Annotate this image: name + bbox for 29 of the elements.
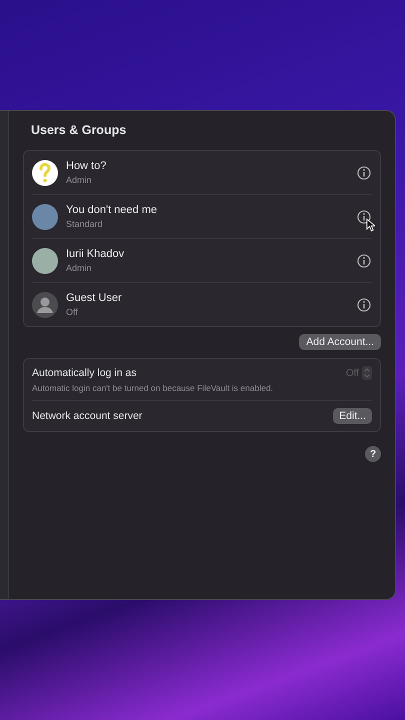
window-title: Users & Groups — [30, 123, 128, 137]
setting-note: Automatic login can't be turned on because FileVault is enabled. — [32, 383, 274, 393]
photo-placeholder — [32, 248, 58, 274]
mouse-pointer-icon — [366, 218, 375, 232]
info-icon[interactable] — [357, 298, 371, 312]
up-down-arrows-icon — [362, 366, 372, 380]
user-role: Off — [66, 307, 79, 317]
user-name: Iurii Khadov — [66, 248, 126, 260]
info-icon[interactable] — [357, 254, 371, 268]
user-role: Standard — [66, 219, 104, 229]
edit-button[interactable]: Edit... — [333, 408, 372, 424]
user-row[interactable]: How to? Admin — [32, 151, 372, 195]
user-role: Admin — [66, 263, 93, 273]
person-avatar — [32, 292, 58, 318]
question-mark-avatar — [32, 160, 58, 186]
setting-label: Automatically log in as — [32, 367, 136, 379]
info-icon[interactable] — [357, 210, 371, 224]
help-button[interactable]: ? — [365, 446, 381, 462]
user-name: Guest User — [66, 292, 123, 304]
add-account-button[interactable]: Add Account... — [299, 334, 381, 350]
user-name: How to? — [66, 160, 108, 172]
photo-placeholder — [32, 204, 58, 230]
user-role: Admin — [66, 175, 93, 185]
user-row[interactable]: Iurii Khadov Admin — [32, 239, 372, 283]
user-row[interactable]: You don't need me Standard — [32, 195, 372, 239]
setting-label: Network account server — [32, 410, 142, 422]
info-icon[interactable] — [357, 166, 371, 180]
user-name: You don't need me — [66, 204, 158, 216]
user-row[interactable]: Guest User Off — [32, 283, 372, 326]
